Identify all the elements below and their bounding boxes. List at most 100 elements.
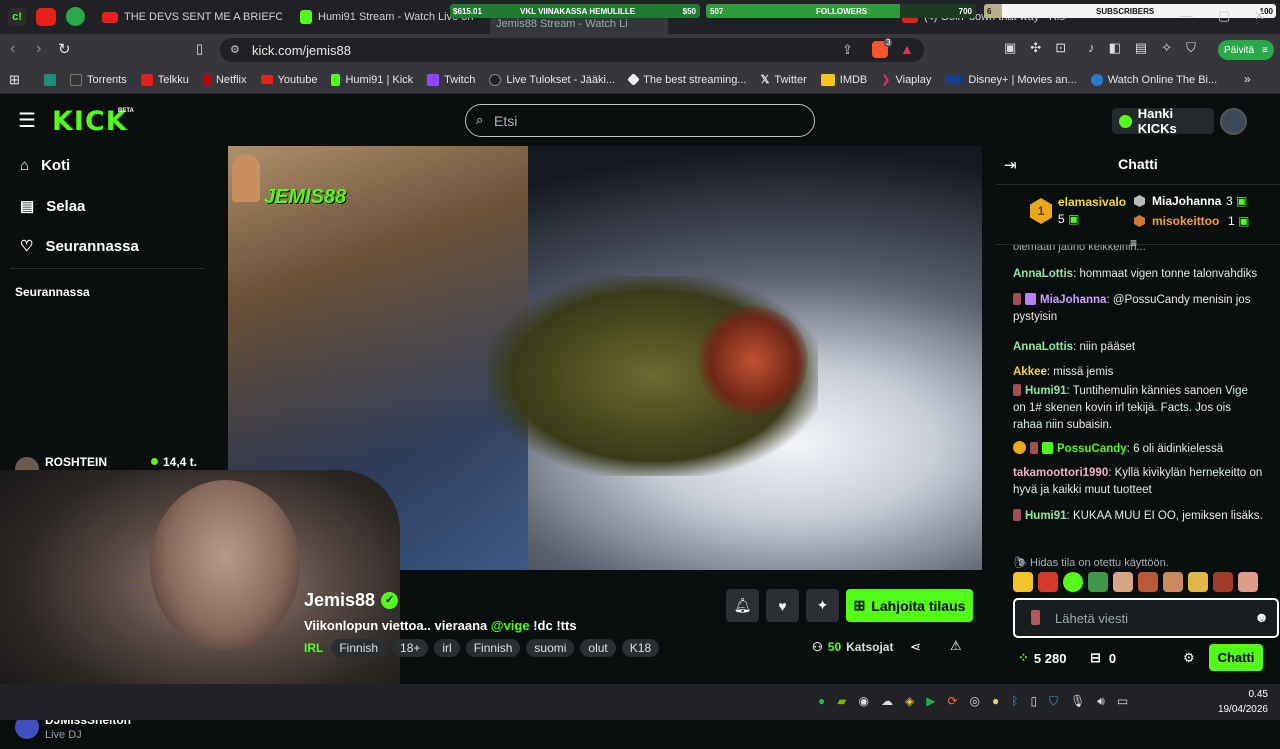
app2-icon[interactable]: ● bbox=[992, 694, 999, 709]
emote-icon[interactable] bbox=[1063, 572, 1083, 592]
bluetooth-icon[interactable]: ᛒ bbox=[1011, 694, 1018, 709]
mention-link[interactable]: @vige bbox=[491, 618, 530, 633]
app-icon[interactable]: ◈ bbox=[905, 694, 914, 709]
emote-icon[interactable] bbox=[1138, 572, 1158, 592]
usb-icon[interactable]: ▯ bbox=[1030, 694, 1037, 709]
chat-username[interactable]: takamoottori1990 bbox=[1013, 467, 1108, 479]
speaker-icon[interactable]: 🔊︎ bbox=[1097, 694, 1105, 709]
bookmark-youtube[interactable]: Youtube bbox=[260, 74, 317, 86]
puzzle-icon[interactable]: ✣ bbox=[1030, 40, 1041, 56]
chat-username[interactable]: Humi91 bbox=[1025, 385, 1067, 397]
steam-icon[interactable]: ◎ bbox=[970, 694, 980, 709]
channel-name[interactable]: Jemis88 ✓ bbox=[304, 590, 399, 611]
chat-input[interactable]: Lähetä viesti ☻ bbox=[1013, 598, 1279, 638]
bookmark-netflix[interactable]: Netflix bbox=[202, 73, 247, 86]
report-icon[interactable]: ⚠ bbox=[950, 638, 962, 654]
chat-username[interactable]: PossuCandy bbox=[1057, 443, 1127, 455]
kick-pinned-tab-icon[interactable]: c! bbox=[8, 8, 26, 26]
emote-icon[interactable] bbox=[1163, 572, 1183, 592]
hamburger-menu-icon[interactable]: ☰ bbox=[18, 108, 36, 133]
vpn-icon[interactable]: ⛉ bbox=[1186, 40, 1196, 56]
sparkle-button[interactable]: ✦ bbox=[806, 589, 839, 622]
url-bar[interactable]: ⚙ kick.com/jemis88 ⇪ 3 ▲ bbox=[220, 38, 924, 62]
more-bookmarks-icon[interactable]: » bbox=[1244, 72, 1251, 86]
emote-icon[interactable] bbox=[1238, 572, 1258, 592]
search-input[interactable]: ⌕ Etsi bbox=[465, 104, 815, 137]
nvidia-icon[interactable]: ▰ bbox=[837, 694, 846, 709]
wallet-icon[interactable]: ▤ bbox=[1135, 40, 1147, 56]
emote-icon[interactable] bbox=[1188, 572, 1208, 592]
sidebar-item-selaa[interactable]: ▤ Selaa bbox=[20, 197, 85, 216]
bookmark-imdb[interactable]: IMDB bbox=[820, 73, 867, 86]
leo-icon[interactable]: ✧ bbox=[1161, 40, 1172, 56]
pin-toggle-icon[interactable]: ≡ bbox=[1130, 236, 1137, 250]
forward-icon[interactable]: › bbox=[36, 40, 41, 58]
play-icon[interactable]: ▶ bbox=[926, 694, 935, 709]
sidebar-item-koti[interactable]: ⌂ Koti bbox=[20, 157, 70, 174]
kick-logo[interactable]: KICK bbox=[52, 106, 128, 137]
bookmark-torrents[interactable]: Torrents bbox=[70, 73, 127, 86]
bookmark-humi91-kick[interactable]: Humi91 | Kick bbox=[331, 73, 413, 86]
channel-points[interactable]: ⁘ 5 280 bbox=[1018, 650, 1066, 666]
hanki-kicks-button[interactable]: Hanki KICKs bbox=[1112, 106, 1214, 136]
chat-username[interactable]: MiaJohanna bbox=[1040, 294, 1106, 306]
bookmark-live-tulokset[interactable]: Live Tulokset - Jääki... bbox=[489, 73, 615, 86]
network-icon[interactable]: ▭ bbox=[1117, 694, 1128, 709]
bookmark-disney[interactable]: Disney+ | Movies an... bbox=[945, 74, 1077, 86]
music-icon[interactable]: ♪ bbox=[1088, 40, 1095, 56]
reload-icon[interactable]: ↻ bbox=[58, 40, 71, 58]
tab-search-icon[interactable]: ⊡ bbox=[1055, 40, 1066, 56]
apps-grid-icon[interactable]: ⊞ bbox=[9, 72, 20, 88]
bookmark-icon[interactable]: ▯ bbox=[196, 41, 203, 57]
youtube-pinned-tab-icon[interactable] bbox=[36, 8, 56, 26]
share-icon[interactable]: ⇪ bbox=[842, 42, 853, 58]
sidebar-icon[interactable]: ◧ bbox=[1109, 40, 1121, 56]
bookmark-watch-online[interactable]: Watch Online The Bi... bbox=[1090, 73, 1217, 86]
chat-username[interactable]: AnnaLottis bbox=[1013, 341, 1073, 353]
sync-icon[interactable]: ⟳ bbox=[947, 694, 957, 709]
leader-name[interactable]: elamasivalo bbox=[1058, 195, 1126, 209]
back-icon[interactable]: ‹ bbox=[10, 40, 15, 58]
user-avatar[interactable] bbox=[1220, 108, 1247, 135]
tag-chip[interactable]: K18 bbox=[621, 639, 660, 657]
defender-icon[interactable]: ⛉ bbox=[1049, 694, 1058, 709]
share-icon[interactable]: ⋖ bbox=[910, 639, 921, 655]
chat-username[interactable]: Humi91 bbox=[1025, 510, 1067, 522]
follow-button[interactable]: ♥ bbox=[766, 589, 799, 622]
play-pinned-tab-icon[interactable] bbox=[66, 7, 85, 26]
minimize-icon[interactable]: — bbox=[1180, 8, 1193, 23]
emote-icon[interactable] bbox=[1013, 572, 1033, 592]
site-info-icon[interactable]: ⚙ bbox=[230, 43, 240, 56]
chat-username[interactable]: AnnaLottis bbox=[1013, 268, 1073, 280]
bookmark-streaming[interactable]: The best streaming... bbox=[627, 73, 746, 86]
maximize-icon[interactable]: ▢ bbox=[1218, 8, 1230, 24]
spotify-icon[interactable]: ● bbox=[818, 694, 825, 709]
leader-name[interactable]: misokeittoo bbox=[1152, 214, 1219, 228]
emoji-icon[interactable]: ☻ bbox=[1254, 609, 1269, 625]
chat-settings-icon[interactable]: ⚙ bbox=[1183, 650, 1195, 666]
tag-chip[interactable]: suomi bbox=[526, 639, 575, 657]
tag-chip[interactable]: Finnish bbox=[331, 639, 387, 657]
tag-chip[interactable]: Finnish bbox=[465, 639, 521, 657]
close-icon[interactable]: ✕ bbox=[1254, 8, 1265, 24]
mic-icon[interactable]: 🎙︎ bbox=[1070, 694, 1085, 709]
emote-icon[interactable] bbox=[1113, 572, 1133, 592]
emote-icon[interactable] bbox=[1213, 572, 1233, 592]
update-button[interactable]: Päivitä ≡ bbox=[1218, 40, 1274, 60]
bookmark-telkku[interactable]: Telkku bbox=[140, 73, 189, 86]
bookmark-viaplay[interactable]: ❯ Viaplay bbox=[881, 73, 931, 87]
cast-icon[interactable]: ▣ bbox=[1004, 40, 1016, 56]
discord-icon[interactable]: ◉ bbox=[858, 694, 868, 709]
cloud-icon[interactable]: ☁ bbox=[881, 694, 893, 709]
gift-sub-button[interactable]: ⊞ Lahjoita tilaus bbox=[846, 589, 973, 622]
tag-chip[interactable]: 18+ bbox=[392, 639, 429, 657]
send-chat-button[interactable]: Chatti bbox=[1209, 644, 1263, 671]
category-link[interactable]: IRL bbox=[304, 641, 323, 655]
tab-youtube-video[interactable]: THE DEVS SENT ME A BRIEFCASE FU bbox=[96, 4, 282, 30]
clock[interactable]: 0.45 19/04/2026 bbox=[1212, 687, 1268, 717]
emote-icon[interactable] bbox=[1038, 572, 1058, 592]
brave-rewards-icon[interactable]: ▲ bbox=[900, 41, 914, 57]
sidebar-item-seurannassa[interactable]: ♡ Seurannassa bbox=[20, 237, 139, 256]
chat-username[interactable]: Akkee bbox=[1013, 366, 1047, 378]
notification-bell-button[interactable]: 🔔︎ bbox=[726, 589, 759, 622]
